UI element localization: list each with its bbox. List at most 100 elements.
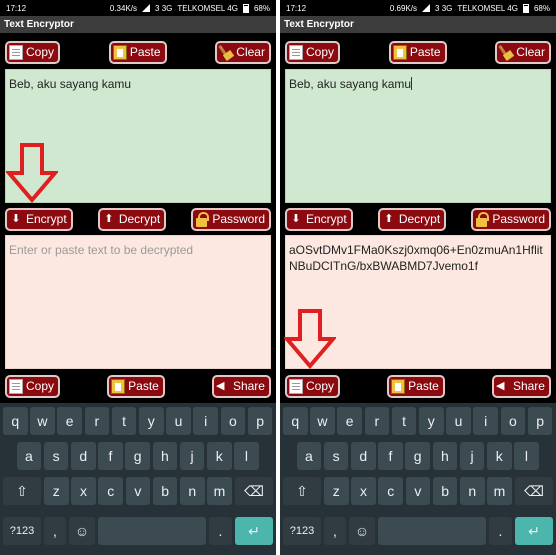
key-v[interactable]: v [125, 477, 151, 505]
plaintext-value: Beb, aku sayang kamu [9, 77, 132, 91]
middle-button-row: ⬇ Encrypt ⬆ Decrypt Password [0, 204, 276, 234]
key-o[interactable]: o [500, 407, 526, 435]
share-icon [496, 379, 510, 394]
key-j[interactable]: j [179, 442, 205, 470]
key-e[interactable]: e [57, 407, 82, 435]
decrypt-button[interactable]: ⬆ Decrypt [377, 207, 447, 231]
symbols-key[interactable]: ?123 [283, 517, 321, 545]
key-k[interactable]: k [207, 442, 232, 470]
key-o[interactable]: o [220, 407, 246, 435]
key-m[interactable]: m [207, 477, 232, 505]
key-r[interactable]: r [84, 407, 110, 435]
symbols-key[interactable]: ?123 [3, 517, 41, 545]
key-f[interactable]: f [378, 442, 403, 470]
paste-label: Paste [129, 45, 161, 59]
paste-output-button[interactable]: Paste [107, 374, 165, 398]
key-y[interactable]: y [419, 407, 444, 435]
key-g[interactable]: g [125, 442, 150, 470]
key-c[interactable]: c [378, 477, 403, 505]
key-c[interactable]: c [98, 477, 123, 505]
shift-key[interactable]: ⇧ [283, 477, 321, 505]
key-v[interactable]: v [405, 477, 431, 505]
key-g[interactable]: g [405, 442, 430, 470]
keyboard-row-4: ?123, ☺. ↵ [0, 517, 276, 551]
key-u[interactable]: u [166, 407, 191, 435]
key-x[interactable]: x [71, 477, 96, 505]
backspace-key[interactable]: ⌫ [235, 477, 273, 505]
key-l[interactable]: l [234, 442, 259, 470]
key-h[interactable]: h [152, 442, 178, 470]
encrypt-button[interactable]: ⬇ Encrypt [5, 207, 73, 231]
shift-key[interactable]: ⇧ [3, 477, 41, 505]
copy-output-button[interactable]: Copy [285, 374, 341, 398]
clear-button[interactable]: Clear [215, 40, 271, 64]
password-button[interactable]: Password [191, 207, 271, 231]
key-s[interactable]: s [43, 442, 69, 470]
emoji-key[interactable]: ☺ [349, 517, 375, 545]
key-p[interactable]: p [527, 407, 553, 435]
copy-button[interactable]: Copy [5, 40, 61, 64]
clear-button[interactable]: Clear [495, 40, 551, 64]
paste-icon [392, 44, 407, 60]
key-w[interactable]: w [310, 407, 335, 435]
password-button[interactable]: Password [471, 207, 551, 231]
plaintext-input[interactable]: Beb, aku sayang kamu [285, 69, 551, 203]
decrypt-button[interactable]: ⬆ Decrypt [97, 207, 167, 231]
key-l[interactable]: l [514, 442, 539, 470]
encrypt-button[interactable]: ⬇ Encrypt [285, 207, 353, 231]
emoji-key[interactable]: ☺ [69, 517, 95, 545]
paste-button[interactable]: Paste [108, 40, 167, 64]
ciphertext-input[interactable]: Enter or paste text to be decrypted [5, 235, 271, 369]
copy-output-button[interactable]: Copy [5, 374, 61, 398]
top-button-row: Copy Paste Clear [0, 37, 276, 67]
key-s[interactable]: s [323, 442, 349, 470]
space-key[interactable] [98, 517, 206, 545]
share-button[interactable]: Share [491, 374, 551, 398]
key-j[interactable]: j [459, 442, 485, 470]
arrow-up-icon: ⬆ [384, 212, 394, 225]
share-button[interactable]: Share [211, 374, 271, 398]
period-key[interactable]: . [489, 517, 512, 545]
key-w[interactable]: w [30, 407, 55, 435]
key-p[interactable]: p [247, 407, 273, 435]
copy-button[interactable]: Copy [285, 40, 341, 64]
key-x[interactable]: x [351, 477, 376, 505]
key-i[interactable]: i [193, 407, 218, 435]
key-a[interactable]: a [16, 442, 42, 470]
key-m[interactable]: m [487, 477, 512, 505]
key-t[interactable]: t [391, 407, 417, 435]
carrier-name: TELKOMSEL 4G [177, 3, 238, 13]
key-y[interactable]: y [139, 407, 164, 435]
key-a[interactable]: a [296, 442, 322, 470]
key-b[interactable]: b [152, 477, 178, 505]
space-key[interactable] [378, 517, 486, 545]
key-k[interactable]: k [487, 442, 512, 470]
key-r[interactable]: r [364, 407, 390, 435]
key-d[interactable]: d [71, 442, 96, 470]
key-q[interactable]: q [283, 407, 308, 435]
key-z[interactable]: z [324, 477, 349, 505]
key-e[interactable]: e [337, 407, 362, 435]
share-icon [216, 379, 230, 394]
key-b[interactable]: b [432, 477, 458, 505]
paste-button[interactable]: Paste [388, 40, 447, 64]
key-h[interactable]: h [432, 442, 458, 470]
key-n[interactable]: n [460, 477, 485, 505]
key-f[interactable]: f [98, 442, 123, 470]
key-q[interactable]: q [3, 407, 28, 435]
key-z[interactable]: z [44, 477, 69, 505]
paste-output-button[interactable]: Paste [387, 374, 445, 398]
key-d[interactable]: d [351, 442, 376, 470]
enter-key[interactable]: ↵ [235, 517, 273, 545]
password-label: Password [212, 212, 265, 226]
app-title: Text Encryptor [0, 16, 276, 33]
comma-key[interactable]: , [324, 517, 346, 545]
backspace-key[interactable]: ⌫ [515, 477, 553, 505]
key-u[interactable]: u [446, 407, 471, 435]
key-n[interactable]: n [180, 477, 205, 505]
key-i[interactable]: i [473, 407, 498, 435]
key-t[interactable]: t [111, 407, 137, 435]
comma-key[interactable]: , [44, 517, 66, 545]
enter-key[interactable]: ↵ [515, 517, 553, 545]
period-key[interactable]: . [209, 517, 232, 545]
